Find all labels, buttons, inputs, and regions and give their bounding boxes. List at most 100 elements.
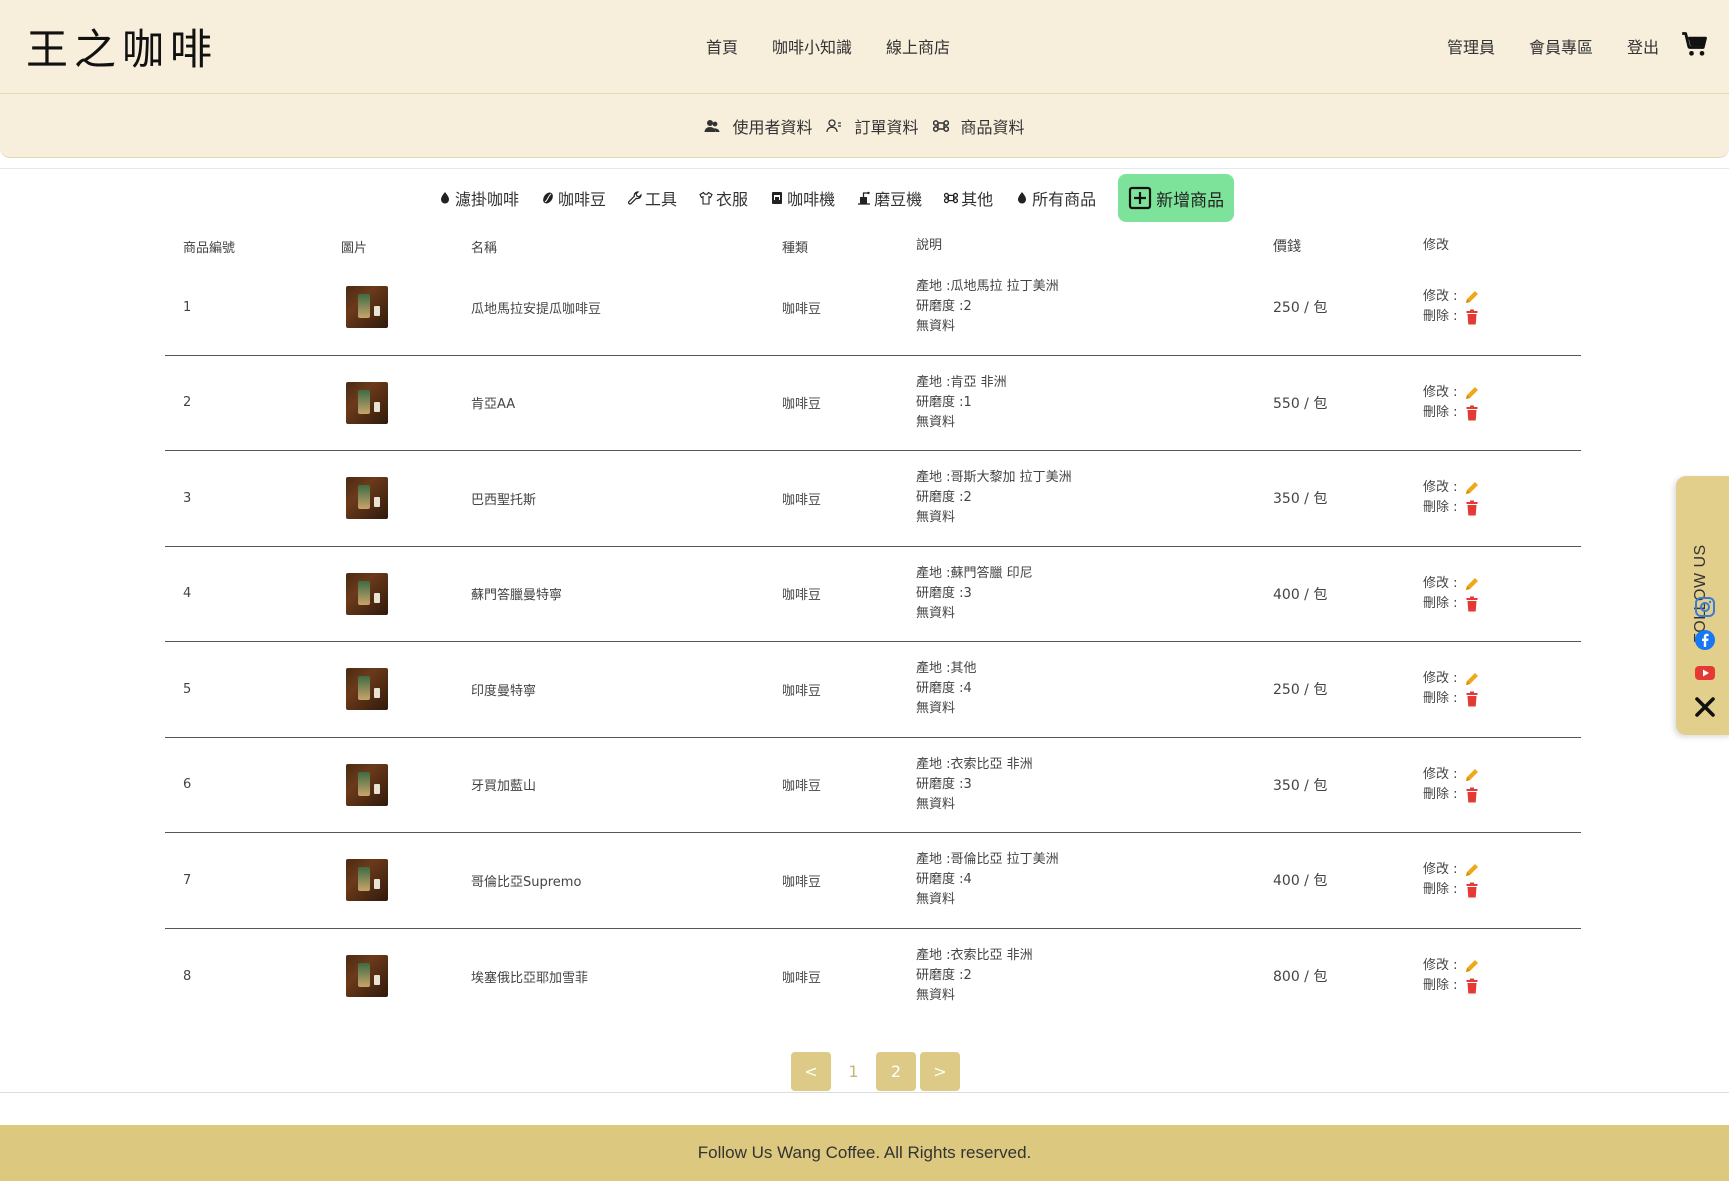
page-2-link-current[interactable]: 2 bbox=[876, 1052, 916, 1091]
next-page-button[interactable]: > bbox=[920, 1052, 960, 1091]
description-note: 無資料 bbox=[916, 605, 956, 621]
product-thumbnail[interactable] bbox=[346, 955, 388, 998]
description-grind: 研磨度 :3 bbox=[916, 585, 972, 601]
category-all-products[interactable]: 所有商品 bbox=[1015, 175, 1096, 221]
product-image-cell bbox=[341, 763, 471, 806]
product-table: 商品編號 圖片 名稱 種類 說明 價錢 修改 1 瓜地馬拉安提瓜咖啡豆 咖啡豆 … bbox=[165, 232, 1581, 1024]
product-actions: 修改 : 刪除 : bbox=[1423, 287, 1581, 327]
description-grind: 研磨度 :1 bbox=[916, 394, 972, 410]
admin-nav-users[interactable]: 使用者資料 bbox=[704, 114, 812, 138]
trash-icon[interactable] bbox=[1464, 405, 1480, 421]
trash-icon[interactable] bbox=[1464, 309, 1480, 325]
product-thumbnail[interactable] bbox=[346, 668, 388, 711]
product-thumbnail[interactable] bbox=[346, 381, 388, 424]
trash-icon[interactable] bbox=[1464, 596, 1480, 612]
product-actions: 修改 : 刪除 : bbox=[1423, 478, 1581, 518]
youtube-icon[interactable] bbox=[1694, 662, 1716, 684]
grinder-icon bbox=[858, 191, 871, 205]
footer-copyright: Follow Us Wang Coffee. All Rights reserv… bbox=[697, 1143, 1032, 1162]
pencil-icon[interactable] bbox=[1464, 289, 1480, 305]
product-thumbnail[interactable] bbox=[346, 477, 388, 520]
product-description: 產地 :肯亞 非洲 研磨度 :1 無資料 bbox=[916, 373, 1273, 433]
admin-subnav: 使用者資料 訂單資料 商品資料 bbox=[0, 94, 1729, 158]
category-label: 咖啡豆 bbox=[558, 190, 607, 209]
header-description: 說明 bbox=[916, 238, 943, 253]
product-type: 咖啡豆 bbox=[782, 397, 822, 413]
shopping-cart-icon[interactable] bbox=[1681, 30, 1709, 58]
edit-label: 修改 : bbox=[1423, 958, 1458, 974]
description-note: 無資料 bbox=[916, 988, 956, 1004]
product-image-cell bbox=[341, 859, 471, 902]
pencil-icon[interactable] bbox=[1464, 576, 1480, 592]
page-1-link[interactable]: 1 bbox=[835, 1052, 872, 1091]
product-price: 350 / 包 bbox=[1273, 491, 1328, 508]
admin-nav-products-label: 商品資料 bbox=[960, 117, 1025, 137]
admin-nav-users-label: 使用者資料 bbox=[732, 117, 813, 137]
category-other[interactable]: 其他 bbox=[944, 175, 993, 221]
delete-label: 刪除 : bbox=[1423, 691, 1458, 707]
pencil-icon[interactable] bbox=[1464, 671, 1480, 687]
nav-coffee-knowledge[interactable]: 咖啡小知識 bbox=[772, 34, 852, 58]
product-thumbnail[interactable] bbox=[346, 763, 388, 806]
product-price: 250 / 包 bbox=[1273, 300, 1328, 317]
category-coffee-machine[interactable]: 咖啡機 bbox=[770, 175, 835, 221]
category-grinder[interactable]: 磨豆機 bbox=[857, 175, 922, 221]
pencil-icon[interactable] bbox=[1464, 767, 1480, 783]
product-type: 咖啡豆 bbox=[782, 874, 822, 890]
header-image: 圖片 bbox=[341, 240, 368, 256]
product-thumbnail[interactable] bbox=[346, 859, 388, 902]
nav-member-area[interactable]: 會員專區 bbox=[1529, 34, 1593, 58]
product-type: 咖啡豆 bbox=[782, 588, 822, 604]
nav-online-store[interactable]: 線上商店 bbox=[886, 34, 950, 58]
instagram-icon[interactable] bbox=[1694, 596, 1716, 618]
category-clothes[interactable]: 衣服 bbox=[699, 175, 748, 221]
edit-label: 修改 : bbox=[1423, 671, 1458, 687]
trash-icon[interactable] bbox=[1464, 787, 1480, 803]
delete-label: 刪除 : bbox=[1423, 786, 1458, 802]
description-origin: 產地 :瓜地馬拉 拉丁美洲 bbox=[916, 279, 1059, 295]
site-header: 王之咖啡 首頁 咖啡小知識 線上商店 管理員 會員專區 登出 bbox=[0, 0, 1729, 94]
description-origin: 產地 :哥斯大黎加 拉丁美洲 bbox=[916, 470, 1072, 486]
description-origin: 產地 :蘇門答臘 印尼 bbox=[916, 565, 1033, 581]
description-note: 無資料 bbox=[916, 796, 956, 812]
plus-square-icon bbox=[1129, 186, 1152, 210]
product-description: 產地 :衣索比亞 非洲 研磨度 :3 無資料 bbox=[916, 755, 1273, 815]
category-tools[interactable]: 工具 bbox=[628, 175, 677, 221]
trash-icon[interactable] bbox=[1464, 500, 1480, 516]
nav-logout[interactable]: 登出 bbox=[1627, 34, 1659, 58]
pencil-icon[interactable] bbox=[1464, 385, 1480, 401]
site-logo[interactable]: 王之咖啡 bbox=[26, 16, 218, 77]
description-grind: 研磨度 :2 bbox=[916, 968, 972, 984]
x-icon[interactable] bbox=[1694, 696, 1716, 718]
description-note: 無資料 bbox=[916, 892, 956, 908]
prev-page-button[interactable]: < bbox=[791, 1052, 831, 1091]
admin-nav-orders[interactable]: 訂單資料 bbox=[826, 114, 919, 138]
header-id: 商品編號 bbox=[183, 240, 236, 256]
product-thumbnail[interactable] bbox=[346, 572, 388, 615]
product-price: 350 / 包 bbox=[1273, 777, 1328, 794]
account-nav: 管理員 會員專區 登出 bbox=[1447, 34, 1659, 58]
admin-nav-products[interactable]: 商品資料 bbox=[932, 114, 1025, 138]
edit-action: 修改 : bbox=[1423, 669, 1581, 689]
nav-home[interactable]: 首頁 bbox=[706, 34, 738, 58]
product-name: 埃塞俄比亞耶加雪菲 bbox=[471, 970, 589, 986]
product-type: 咖啡豆 bbox=[782, 492, 822, 508]
product-description: 產地 :哥斯大黎加 拉丁美洲 研磨度 :2 無資料 bbox=[916, 468, 1273, 528]
pencil-icon[interactable] bbox=[1464, 958, 1480, 974]
product-id: 2 bbox=[183, 395, 192, 411]
product-name: 巴西聖托斯 bbox=[471, 492, 537, 508]
table-row: 8 埃塞俄比亞耶加雪菲 咖啡豆 產地 :衣索比亞 非洲 研磨度 :2 無資料 8… bbox=[165, 929, 1581, 1025]
category-drip-coffee[interactable]: 濾掛咖啡 bbox=[438, 175, 519, 221]
table-row: 3 巴西聖托斯 咖啡豆 產地 :哥斯大黎加 拉丁美洲 研磨度 :2 無資料 35… bbox=[165, 451, 1581, 547]
pencil-icon[interactable] bbox=[1464, 862, 1480, 878]
trash-icon[interactable] bbox=[1464, 978, 1480, 994]
product-thumbnail[interactable] bbox=[346, 286, 388, 329]
trash-icon[interactable] bbox=[1464, 691, 1480, 707]
category-coffee-beans[interactable]: 咖啡豆 bbox=[541, 175, 606, 221]
header-edit: 修改 bbox=[1423, 238, 1450, 253]
add-product-button[interactable]: 新增商品 bbox=[1118, 174, 1235, 222]
nav-admin[interactable]: 管理員 bbox=[1447, 34, 1495, 58]
facebook-icon[interactable] bbox=[1694, 629, 1716, 651]
pencil-icon[interactable] bbox=[1464, 480, 1480, 496]
trash-icon[interactable] bbox=[1464, 882, 1480, 898]
